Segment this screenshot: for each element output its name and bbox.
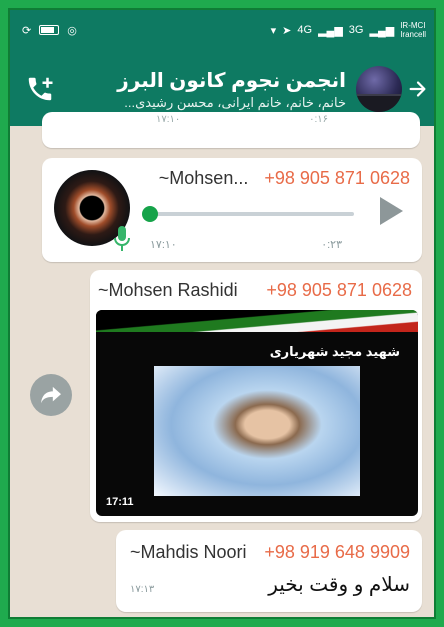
operator-line-2: Irancell (400, 30, 426, 39)
group-members: خانم، خانم، خانم ایرانی، محسن رشیدی... (124, 94, 346, 110)
text-sender-phone[interactable]: +98 919 648 9909 (264, 542, 410, 563)
group-title: انجمن نجوم کانون البرز (117, 69, 346, 92)
operator-line-1: IR-MCI (400, 21, 426, 30)
battery-icon (39, 25, 60, 35)
status-right: ▾ ➤ 4G ▂▄▆ 3G ▂▄▆ IR-MCI Irancell (271, 21, 426, 39)
image-message-bubble[interactable]: ~Mohsen Rashidi +98 905 871 0628 شهید مج… (90, 270, 422, 522)
image-sender: ~Mohsen Rashidi +98 905 871 0628 (98, 280, 412, 301)
portrait-photo (154, 366, 360, 496)
voice-progress-track[interactable] (142, 206, 354, 222)
text-time: ۱۷:۱۳ (130, 584, 155, 595)
whatsapp-notify-icon: ◎ (67, 24, 77, 37)
previous-voice-message: ۱۷:۱۰ ۰:۱۶ (42, 112, 420, 148)
chat-title-area[interactable]: انجمن نجوم کانون البرز خانم، خانم، خانم … (58, 68, 356, 111)
text-sender: ~Mahdis Noori +98 919 648 9909 (130, 542, 410, 563)
signal-icon: ▂▄▆ (318, 24, 343, 37)
operator-label: IR-MCI Irancell (400, 21, 426, 39)
wifi-icon: ▾ (270, 24, 277, 37)
signal-label-1: 4G (297, 24, 313, 36)
voice-duration: ۰:۲۳ (321, 239, 342, 251)
chat-area[interactable]: ۱۷:۱۰ ۰:۱۶ ~Mohsen... +98 905 871 0628 ۱… (8, 112, 436, 619)
image-sender-phone[interactable]: +98 905 871 0628 (266, 280, 412, 301)
back-arrow-icon[interactable] (406, 73, 430, 105)
signal-label-2: 3G (348, 24, 364, 36)
voice-time: ۱۷:۱۰ (150, 239, 177, 251)
telegram-icon: ➤ (282, 24, 292, 37)
image-sender-name[interactable]: ~Mohsen Rashidi (98, 280, 238, 301)
status-bar: ⟳ ◎ ▾ ➤ 4G ▂▄▆ 3G ▂▄▆ IR-MCI Irancell (8, 8, 436, 52)
voice-seek-handle[interactable] (142, 206, 158, 222)
image-caption: شهید مجید شهریاری (269, 344, 400, 359)
voice-sender-phone[interactable]: +98 905 871 0628 (264, 168, 410, 189)
text-message-bubble[interactable]: ~Mahdis Noori +98 919 648 9909 سلام و وق… (116, 530, 422, 612)
add-call-icon[interactable] (22, 71, 58, 107)
shared-image[interactable]: شهید مجید شهریاری 17:11 (96, 310, 418, 516)
previous-duration: ۰:۱۶ (309, 114, 328, 125)
flag-banner (96, 310, 418, 332)
group-avatar[interactable] (356, 66, 402, 112)
signal-icon-2: ▂▄▆ (369, 24, 395, 37)
voice-sender-name[interactable]: ~Mohsen... (159, 168, 249, 189)
voice-sender: ~Mohsen... +98 905 871 0628 (159, 168, 410, 189)
forward-share-icon[interactable] (30, 374, 72, 416)
notification-icon: ⟳ (22, 24, 32, 37)
voice-message-bubble[interactable]: ~Mohsen... +98 905 871 0628 ۱۷:۱۰ ۰:۲۳ (42, 158, 422, 262)
microphone-icon (114, 226, 130, 257)
play-icon[interactable] (378, 196, 404, 231)
status-left: ⟳ ◎ (22, 24, 77, 37)
previous-time: ۱۷:۱۰ (156, 114, 181, 125)
text-sender-name[interactable]: ~Mahdis Noori (130, 542, 247, 563)
message-body: سلام و وقت بخیر (268, 574, 410, 596)
previous-meta: ۱۷:۱۰ ۰:۱۶ (42, 114, 420, 125)
screenshot-frame: ⟳ ◎ ▾ ➤ 4G ▂▄▆ 3G ▂▄▆ IR-MCI Irancell ان… (0, 0, 444, 627)
image-time: 17:11 (106, 496, 134, 508)
